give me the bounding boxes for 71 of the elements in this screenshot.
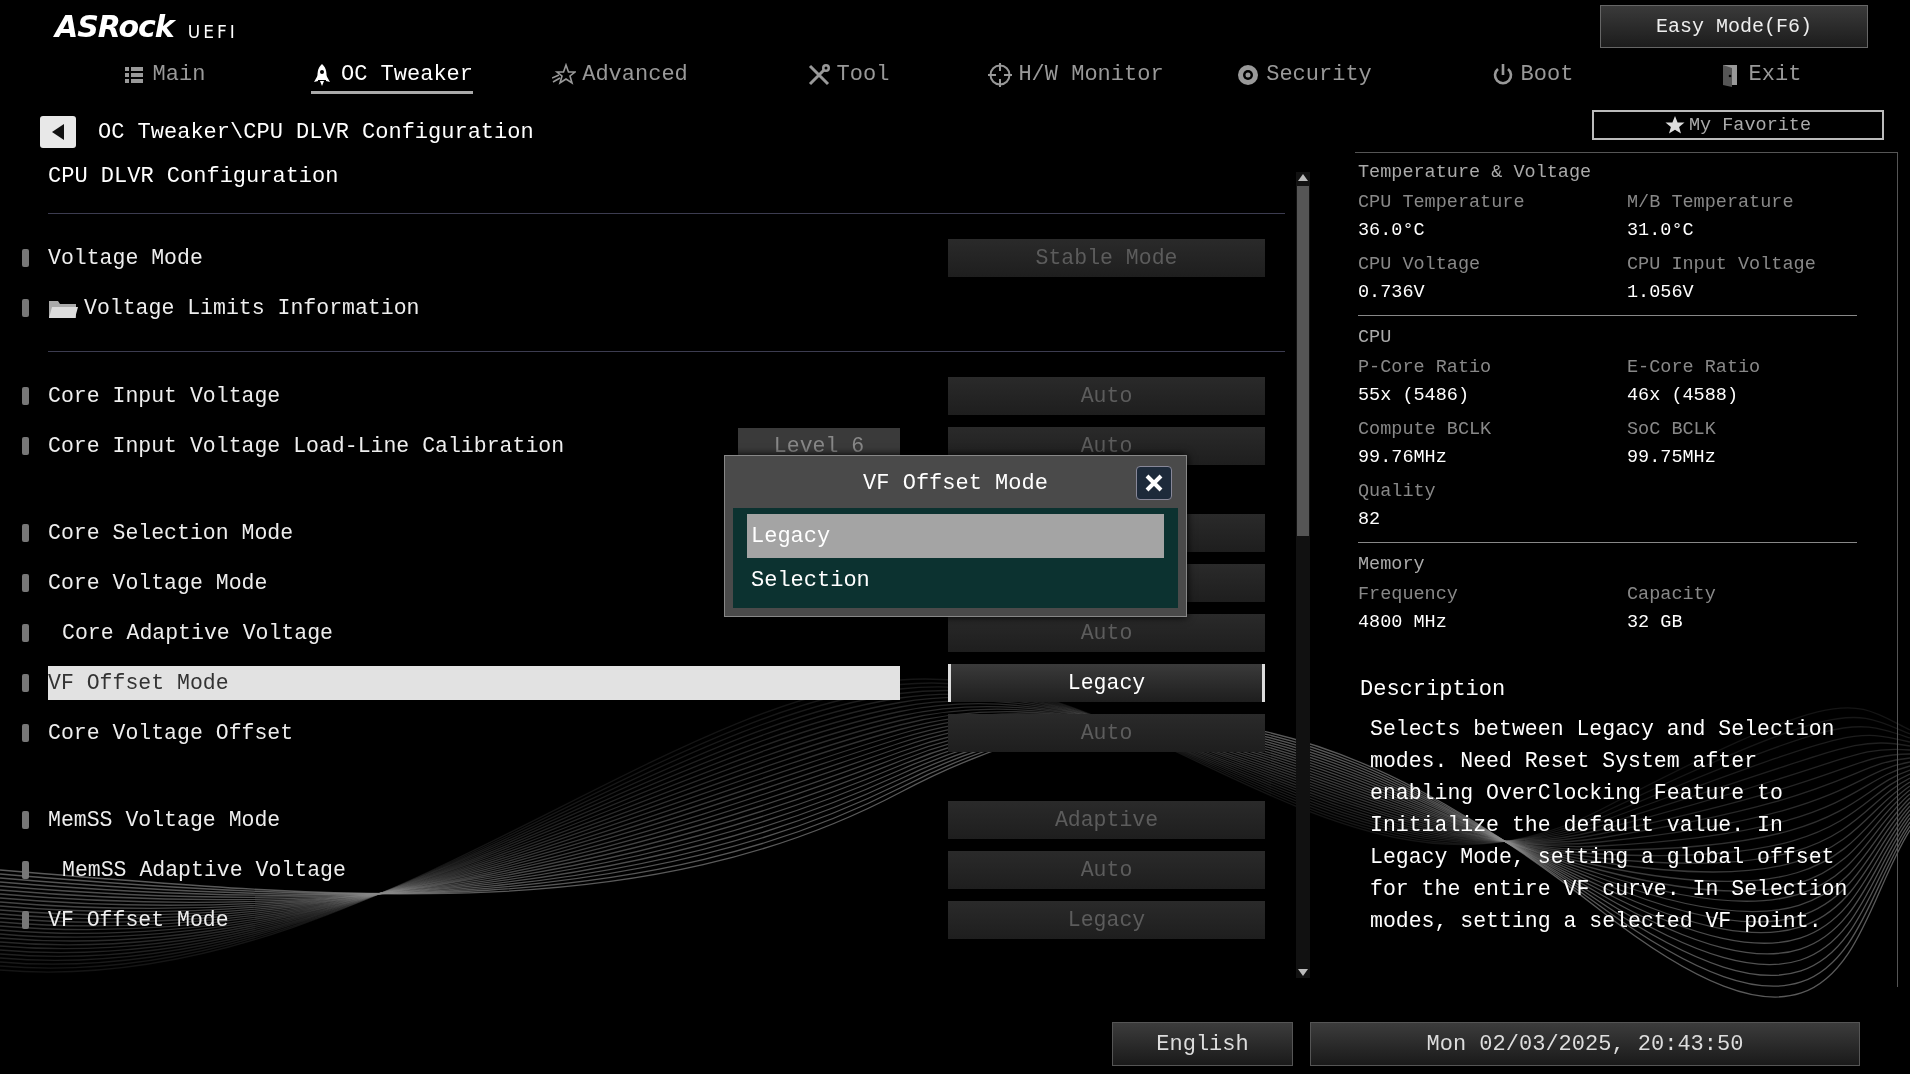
section-title: Memory [1358, 553, 1426, 577]
info-label: CPU Input Voltage [1627, 253, 1817, 277]
tools-icon [806, 62, 831, 87]
tab[interactable]: Tool [734, 56, 962, 100]
tab[interactable]: Main [50, 56, 278, 100]
description-text: Selects between Legacy and Selection modes. Need Reset System after enabling OverClocking Feature to Initialize the default value. In Legacy Mode, setting a global offset for the entire VF curve. In Selection modes, setting a selected VF point. [1370, 716, 1849, 935]
setting-label[interactable]: VF Offset Mode [48, 666, 900, 700]
tab[interactable]: Boot [1418, 56, 1646, 100]
row-marker [22, 724, 29, 742]
info-label: Capacity [1627, 583, 1717, 607]
breadcrumb: OC Tweaker\CPU DLVR Configuration [98, 119, 534, 145]
row-marker [22, 911, 29, 929]
dialog-title: VF Offset Mode [863, 470, 1048, 496]
row-marker [22, 387, 29, 405]
info-label: Frequency [1358, 583, 1459, 607]
row-marker [22, 861, 29, 879]
scrollbar[interactable] [1296, 172, 1310, 978]
brand-logo: ASRock [55, 12, 174, 42]
info-value: 99.76MHz [1358, 446, 1448, 470]
logo-suffix: UEFI [187, 22, 238, 42]
star-icon [552, 62, 577, 87]
tab[interactable]: Exit [1646, 56, 1874, 100]
info-value: 36.0°C [1358, 219, 1426, 243]
row-marker [22, 249, 29, 267]
value-dropdown[interactable]: Legacy [948, 664, 1265, 702]
scroll-up-icon [1297, 172, 1309, 182]
info-label: M/B Temperature [1627, 191, 1795, 215]
info-value: 1.056V [1627, 281, 1695, 305]
info-value: 31.0°C [1627, 219, 1695, 243]
info-value: 4800 MHz [1358, 611, 1448, 635]
tab[interactable]: Advanced [506, 56, 734, 100]
star-icon [1664, 115, 1685, 135]
info-value: 32 GB [1627, 611, 1684, 635]
row-marker [22, 811, 29, 829]
info-label: Compute BCLK [1358, 418, 1493, 442]
row-marker [22, 437, 29, 455]
favorite-button[interactable]: My Favorite [1592, 110, 1884, 140]
info-value: 46x (4588) [1627, 384, 1740, 408]
row-marker [22, 299, 29, 317]
info-label: E-Core Ratio [1627, 356, 1762, 380]
section-title: Temperature & Voltage [1358, 161, 1593, 185]
back-button[interactable] [40, 116, 76, 148]
info-value: 99.75MHz [1627, 446, 1717, 470]
tab[interactable]: Security [1190, 56, 1418, 100]
row-marker [22, 674, 29, 692]
tab[interactable]: OC Tweaker [278, 56, 506, 100]
close-button[interactable] [1136, 466, 1172, 500]
crosshair-icon [988, 62, 1013, 87]
info-value: 55x (5486) [1358, 384, 1471, 408]
info-label: CPU Temperature [1358, 191, 1526, 215]
scroll-down-icon [1297, 968, 1309, 978]
option-item[interactable]: Selection [747, 558, 1164, 602]
easy-mode-button[interactable]: Easy Mode(F6) [1600, 5, 1868, 48]
info-label: SoC BCLK [1627, 418, 1717, 442]
close-icon [1145, 474, 1163, 492]
row-marker [22, 574, 29, 592]
back-icon [51, 123, 65, 141]
page-title: CPU DLVR Configuration [47, 163, 340, 191]
tab[interactable]: H/W Monitor [962, 56, 1190, 100]
info-value: 82 [1358, 508, 1382, 532]
row-marker [22, 624, 29, 642]
section-title: CPU [1358, 326, 1393, 350]
folder-link[interactable]: Voltage Limits Information [48, 291, 900, 325]
info-label: Quality [1358, 480, 1437, 504]
language-button[interactable]: English [1112, 1022, 1293, 1066]
info-value: 0.736V [1358, 281, 1426, 305]
date-time: Mon 02/03/2025, 20:43:50 [1310, 1022, 1860, 1066]
info-label: P-Core Ratio [1358, 356, 1493, 380]
description-title: Description [1359, 676, 1507, 704]
info-label: CPU Voltage [1358, 253, 1482, 277]
row-marker [22, 524, 29, 542]
